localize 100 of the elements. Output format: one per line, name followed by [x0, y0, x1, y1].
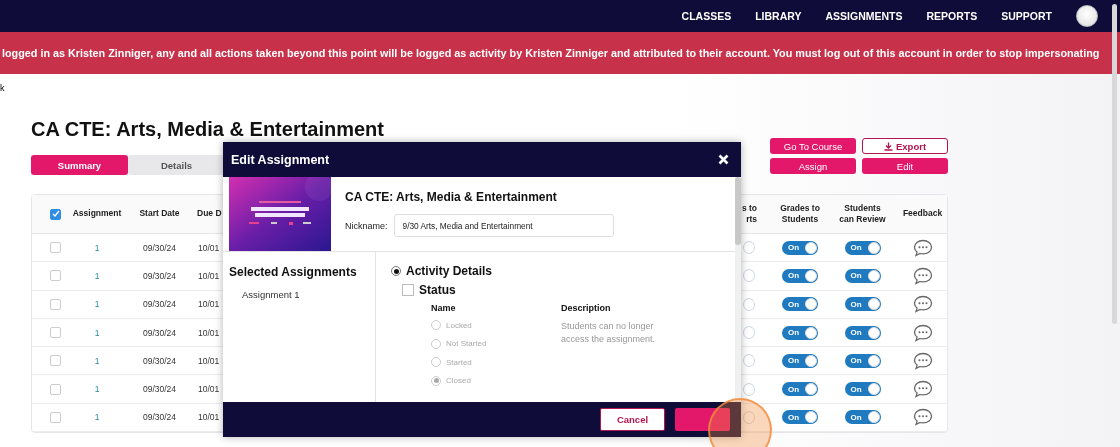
toggle-switch[interactable]: On	[782, 297, 818, 312]
toggle-switch[interactable]: On	[782, 353, 818, 368]
table-cell: 10/01	[198, 355, 220, 366]
column-header: Assignment	[71, 208, 123, 220]
table-cell: 10/01	[198, 412, 220, 423]
toggle-switch[interactable]: On	[782, 268, 818, 283]
status-label: Closed	[446, 376, 471, 385]
assignment-link[interactable]: 1	[94, 355, 100, 366]
assignment-link[interactable]: 1	[94, 299, 100, 310]
scrollbar-thumb[interactable]	[1112, 4, 1117, 324]
row-checkbox[interactable]	[50, 270, 61, 282]
column-header: Description	[561, 303, 612, 313]
table-cell: 09/30/24	[142, 384, 177, 395]
option-label: Activity Details	[406, 264, 493, 278]
nav-link[interactable]: REPORTS	[926, 10, 978, 22]
speech-bubble-icon[interactable]	[912, 380, 933, 399]
nav-link[interactable]: SUPPORT	[1001, 10, 1052, 22]
assignment-link[interactable]: 1	[94, 384, 100, 395]
dialog-title: Edit Assignment	[231, 152, 330, 167]
download-icon	[883, 141, 893, 151]
toggle-switch[interactable]: On	[844, 325, 881, 340]
assignment-link[interactable]: 1	[94, 412, 100, 423]
toggle-switch[interactable]: On	[844, 410, 881, 425]
toggle-switch[interactable]: On	[844, 297, 881, 312]
row-checkbox[interactable]	[50, 242, 61, 254]
option-label: Status	[419, 283, 456, 297]
table-cell: 09/30/24	[142, 327, 177, 338]
section-heading: Selected Assignments	[229, 265, 358, 279]
toggle-switch[interactable]: On	[844, 268, 881, 283]
scrollbar-thumb[interactable]	[735, 177, 741, 245]
banner-text: logged in as Kristen Zinniger, any and all actions taken beyond this point will be logged as activity by Kristen Zinniger and attributed to their account. You must log out of this account in order to stop impersonating	[2, 47, 1100, 59]
speech-bubble-icon[interactable]	[912, 408, 933, 427]
row-checkbox[interactable]	[50, 327, 61, 339]
action-button[interactable]: Export	[862, 138, 948, 154]
course-name: CA CTE: Arts, Media & Entertainment	[345, 190, 558, 204]
cancel-button[interactable]: Cancel	[600, 408, 665, 431]
close-icon[interactable]	[718, 154, 729, 165]
table-cell: 10/01	[198, 299, 220, 310]
table-cell: 09/30/24	[142, 270, 177, 281]
nav-link[interactable]: ASSIGNMENTS	[825, 10, 903, 22]
status-description: Students can no longer access the assignment.	[561, 320, 657, 346]
toggle-switch[interactable]: On	[782, 410, 818, 425]
nickname-field[interactable]: 9/30 Arts, Media and Entertainment	[393, 214, 614, 237]
row-checkbox[interactable]	[50, 355, 61, 367]
action-button[interactable]: Go To Course	[770, 138, 856, 154]
toggle-switch[interactable]: On	[782, 325, 818, 340]
column-header: s to rts	[740, 202, 758, 226]
column-header: Grades to Students	[779, 202, 821, 226]
status-label: Not Started	[446, 339, 487, 348]
action-button[interactable]: Assign	[770, 158, 856, 174]
column-header: Students can Review	[838, 202, 887, 226]
row-checkbox[interactable]	[50, 298, 61, 310]
column-header: Feedback	[901, 208, 944, 220]
table-cell: 10/01	[198, 242, 220, 253]
assignment-link[interactable]: 1	[94, 270, 100, 281]
toggle-switch[interactable]: On	[844, 353, 881, 368]
status-label: Locked	[446, 320, 472, 330]
radio-button[interactable]	[391, 266, 401, 276]
avatar[interactable]	[1076, 5, 1098, 27]
course-title: CA CTE: Arts, Media & Entertainment	[31, 118, 384, 141]
speech-bubble-icon[interactable]	[912, 266, 933, 285]
assignment-link[interactable]: 1	[94, 327, 100, 338]
row-checkbox[interactable]	[50, 383, 61, 395]
table-cell: 09/30/24	[142, 412, 177, 423]
toggle-knob[interactable]	[743, 297, 755, 311]
nav-link[interactable]: CLASSES	[681, 10, 732, 22]
save-button[interactable]	[675, 408, 730, 431]
toggle-switch[interactable]: On	[844, 240, 881, 255]
toggle-switch[interactable]: On	[782, 240, 818, 255]
speech-bubble-icon[interactable]	[912, 323, 933, 342]
table-cell: 10/01	[198, 270, 220, 281]
row-checkbox[interactable]	[50, 411, 61, 423]
click-highlight	[708, 398, 772, 447]
column-header: Name	[431, 303, 457, 313]
toggle-knob[interactable]	[743, 410, 755, 424]
speech-bubble-icon[interactable]	[912, 238, 933, 257]
column-header: Due D	[196, 208, 223, 220]
column-header: Start Date	[138, 208, 181, 220]
tab[interactable]: Summary	[31, 155, 128, 175]
checkbox[interactable]	[402, 284, 414, 296]
assignment-link[interactable]: 1	[94, 242, 100, 253]
table-cell: 10/01	[198, 327, 220, 338]
nav-link[interactable]: LIBRARY	[755, 10, 802, 22]
table-cell: 09/30/24	[142, 299, 177, 310]
stray-text: k	[0, 82, 6, 95]
action-button[interactable]: Edit	[862, 158, 948, 174]
table-cell: 10/01	[198, 384, 220, 395]
toggle-knob[interactable]	[743, 269, 755, 283]
speech-bubble-icon[interactable]	[912, 351, 933, 370]
select-all-checkbox[interactable]	[50, 208, 61, 220]
status-label: Started	[446, 357, 472, 367]
toggle-knob[interactable]	[743, 326, 755, 340]
tab[interactable]: Details	[128, 155, 225, 175]
toggle-knob[interactable]	[743, 241, 755, 255]
toggle-knob[interactable]	[743, 382, 755, 396]
assignment-item[interactable]: Assignment 1	[229, 289, 375, 300]
toggle-switch[interactable]: On	[782, 382, 818, 397]
toggle-knob[interactable]	[743, 354, 755, 368]
toggle-switch[interactable]: On	[844, 382, 881, 397]
speech-bubble-icon[interactable]	[912, 295, 933, 314]
